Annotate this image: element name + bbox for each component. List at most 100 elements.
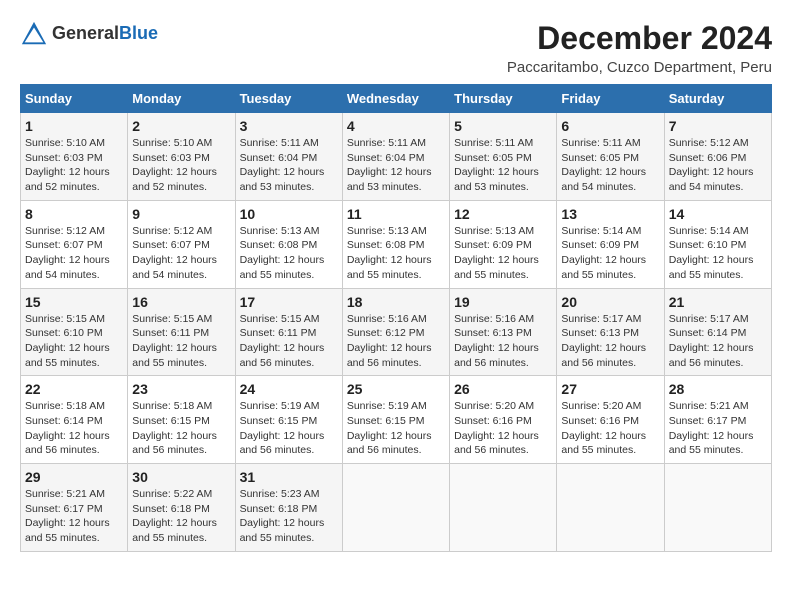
calendar-cell: 14 Sunrise: 5:14 AMSunset: 6:10 PMDaylig… [664,200,771,288]
day-number: 19 [454,294,552,310]
day-detail: Sunrise: 5:16 AMSunset: 6:13 PMDaylight:… [454,313,539,369]
calendar-cell: 3 Sunrise: 5:11 AMSunset: 6:04 PMDayligh… [235,113,342,201]
calendar-table: SundayMondayTuesdayWednesdayThursdayFrid… [20,84,772,552]
day-detail: Sunrise: 5:20 AMSunset: 6:16 PMDaylight:… [454,400,539,456]
calendar-cell [664,464,771,552]
calendar-cell [342,464,449,552]
day-detail: Sunrise: 5:15 AMSunset: 6:11 PMDaylight:… [132,313,217,369]
day-number: 20 [561,294,659,310]
day-detail: Sunrise: 5:18 AMSunset: 6:15 PMDaylight:… [132,400,217,456]
calendar-week-2: 8 Sunrise: 5:12 AMSunset: 6:07 PMDayligh… [21,200,772,288]
day-number: 25 [347,381,445,397]
day-number: 29 [25,469,123,485]
calendar-cell: 10 Sunrise: 5:13 AMSunset: 6:08 PMDaylig… [235,200,342,288]
day-detail: Sunrise: 5:11 AMSunset: 6:04 PMDaylight:… [347,137,432,193]
day-detail: Sunrise: 5:19 AMSunset: 6:15 PMDaylight:… [240,400,325,456]
calendar-cell: 5 Sunrise: 5:11 AMSunset: 6:05 PMDayligh… [450,113,557,201]
calendar-cell: 18 Sunrise: 5:16 AMSunset: 6:12 PMDaylig… [342,288,449,376]
calendar-cell: 7 Sunrise: 5:12 AMSunset: 6:06 PMDayligh… [664,113,771,201]
calendar-cell: 11 Sunrise: 5:13 AMSunset: 6:08 PMDaylig… [342,200,449,288]
calendar-cell [450,464,557,552]
calendar-week-1: 1 Sunrise: 5:10 AMSunset: 6:03 PMDayligh… [21,113,772,201]
calendar-cell: 20 Sunrise: 5:17 AMSunset: 6:13 PMDaylig… [557,288,664,376]
weekday-header-saturday: Saturday [664,85,771,113]
day-number: 23 [132,381,230,397]
day-detail: Sunrise: 5:10 AMSunset: 6:03 PMDaylight:… [25,137,110,193]
generalblue-icon [20,20,48,48]
title-area: December 2024 Paccaritambo, Cuzco Depart… [507,20,772,76]
day-detail: Sunrise: 5:22 AMSunset: 6:18 PMDaylight:… [132,488,217,544]
logo-blue: Blue [119,24,158,44]
day-number: 27 [561,381,659,397]
calendar-cell: 22 Sunrise: 5:18 AMSunset: 6:14 PMDaylig… [21,376,128,464]
day-detail: Sunrise: 5:21 AMSunset: 6:17 PMDaylight:… [669,400,754,456]
calendar-cell: 9 Sunrise: 5:12 AMSunset: 6:07 PMDayligh… [128,200,235,288]
day-number: 16 [132,294,230,310]
day-number: 11 [347,206,445,222]
day-number: 17 [240,294,338,310]
calendar-body: 1 Sunrise: 5:10 AMSunset: 6:03 PMDayligh… [21,113,772,552]
calendar-cell: 2 Sunrise: 5:10 AMSunset: 6:03 PMDayligh… [128,113,235,201]
day-detail: Sunrise: 5:14 AMSunset: 6:09 PMDaylight:… [561,225,646,281]
calendar-cell: 13 Sunrise: 5:14 AMSunset: 6:09 PMDaylig… [557,200,664,288]
day-detail: Sunrise: 5:11 AMSunset: 6:04 PMDaylight:… [240,137,325,193]
day-detail: Sunrise: 5:11 AMSunset: 6:05 PMDaylight:… [454,137,539,193]
day-detail: Sunrise: 5:14 AMSunset: 6:10 PMDaylight:… [669,225,754,281]
day-number: 14 [669,206,767,222]
calendar-cell: 29 Sunrise: 5:21 AMSunset: 6:17 PMDaylig… [21,464,128,552]
day-number: 4 [347,118,445,134]
calendar-title: December 2024 [507,20,772,57]
day-number: 22 [25,381,123,397]
calendar-cell: 28 Sunrise: 5:21 AMSunset: 6:17 PMDaylig… [664,376,771,464]
day-number: 24 [240,381,338,397]
calendar-cell: 21 Sunrise: 5:17 AMSunset: 6:14 PMDaylig… [664,288,771,376]
day-number: 13 [561,206,659,222]
day-detail: Sunrise: 5:17 AMSunset: 6:13 PMDaylight:… [561,313,646,369]
logo-text: General Blue [52,24,158,44]
day-number: 3 [240,118,338,134]
calendar-cell: 27 Sunrise: 5:20 AMSunset: 6:16 PMDaylig… [557,376,664,464]
weekday-header-sunday: Sunday [21,85,128,113]
day-detail: Sunrise: 5:13 AMSunset: 6:09 PMDaylight:… [454,225,539,281]
day-number: 6 [561,118,659,134]
day-number: 5 [454,118,552,134]
weekday-header-tuesday: Tuesday [235,85,342,113]
calendar-cell: 15 Sunrise: 5:15 AMSunset: 6:10 PMDaylig… [21,288,128,376]
weekday-header-friday: Friday [557,85,664,113]
day-number: 30 [132,469,230,485]
day-detail: Sunrise: 5:23 AMSunset: 6:18 PMDaylight:… [240,488,325,544]
day-detail: Sunrise: 5:17 AMSunset: 6:14 PMDaylight:… [669,313,754,369]
logo: General Blue [20,20,158,48]
day-detail: Sunrise: 5:11 AMSunset: 6:05 PMDaylight:… [561,137,646,193]
day-detail: Sunrise: 5:21 AMSunset: 6:17 PMDaylight:… [25,488,110,544]
day-number: 7 [669,118,767,134]
calendar-header-row: SundayMondayTuesdayWednesdayThursdayFrid… [21,85,772,113]
weekday-header-monday: Monday [128,85,235,113]
day-detail: Sunrise: 5:16 AMSunset: 6:12 PMDaylight:… [347,313,432,369]
day-number: 28 [669,381,767,397]
calendar-cell: 23 Sunrise: 5:18 AMSunset: 6:15 PMDaylig… [128,376,235,464]
calendar-cell: 17 Sunrise: 5:15 AMSunset: 6:11 PMDaylig… [235,288,342,376]
day-detail: Sunrise: 5:18 AMSunset: 6:14 PMDaylight:… [25,400,110,456]
day-number: 21 [669,294,767,310]
calendar-cell: 12 Sunrise: 5:13 AMSunset: 6:09 PMDaylig… [450,200,557,288]
calendar-cell: 30 Sunrise: 5:22 AMSunset: 6:18 PMDaylig… [128,464,235,552]
day-detail: Sunrise: 5:13 AMSunset: 6:08 PMDaylight:… [240,225,325,281]
day-number: 10 [240,206,338,222]
day-detail: Sunrise: 5:15 AMSunset: 6:10 PMDaylight:… [25,313,110,369]
calendar-cell: 8 Sunrise: 5:12 AMSunset: 6:07 PMDayligh… [21,200,128,288]
calendar-week-5: 29 Sunrise: 5:21 AMSunset: 6:17 PMDaylig… [21,464,772,552]
day-detail: Sunrise: 5:12 AMSunset: 6:07 PMDaylight:… [25,225,110,281]
calendar-cell [557,464,664,552]
calendar-cell: 26 Sunrise: 5:20 AMSunset: 6:16 PMDaylig… [450,376,557,464]
day-number: 15 [25,294,123,310]
weekday-header-wednesday: Wednesday [342,85,449,113]
day-number: 2 [132,118,230,134]
header: General Blue December 2024 Paccaritambo,… [20,20,772,76]
calendar-cell: 24 Sunrise: 5:19 AMSunset: 6:15 PMDaylig… [235,376,342,464]
day-detail: Sunrise: 5:12 AMSunset: 6:06 PMDaylight:… [669,137,754,193]
day-detail: Sunrise: 5:20 AMSunset: 6:16 PMDaylight:… [561,400,646,456]
calendar-week-3: 15 Sunrise: 5:15 AMSunset: 6:10 PMDaylig… [21,288,772,376]
day-number: 12 [454,206,552,222]
day-number: 26 [454,381,552,397]
